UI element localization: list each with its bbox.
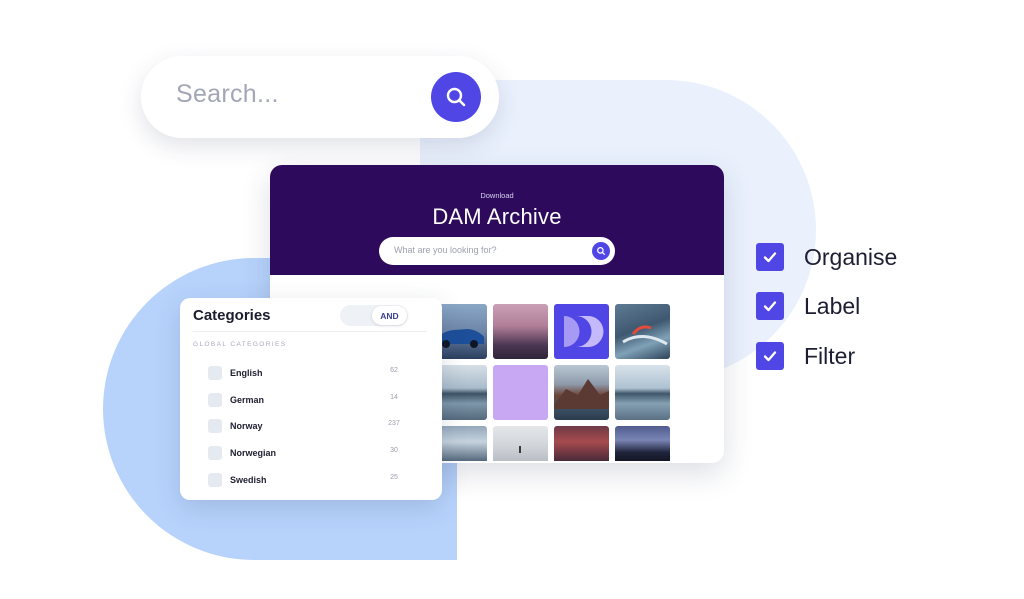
checkmark-icon bbox=[763, 351, 777, 362]
checkmark-icon bbox=[763, 252, 777, 263]
feature-label-item: Label bbox=[756, 292, 956, 320]
category-row-norwegian[interactable]: Norwegian 30 bbox=[208, 446, 408, 460]
section-label: GLOBAL CATEGORIES bbox=[193, 341, 287, 348]
checkbox-checked bbox=[756, 342, 784, 370]
feature-label: Organise bbox=[804, 244, 898, 270]
dam-search-placeholder: What are you looking for? bbox=[394, 245, 497, 255]
dam-title: DAM Archive bbox=[432, 204, 562, 229]
dam-search-button[interactable] bbox=[592, 242, 610, 260]
search-placeholder: Search... bbox=[176, 80, 279, 108]
category-row-swedish[interactable]: Swedish 25 bbox=[208, 473, 408, 487]
category-checkbox[interactable] bbox=[208, 473, 222, 487]
category-count: 237 bbox=[388, 420, 400, 427]
thumbnail-harbor-night-photo[interactable] bbox=[615, 426, 670, 461]
category-label: Norway bbox=[230, 421, 263, 431]
search-icon bbox=[446, 87, 466, 107]
toggle-and-option[interactable]: AND bbox=[372, 306, 407, 325]
feature-organise: Organise bbox=[756, 243, 956, 271]
category-row-german[interactable]: German 14 bbox=[208, 393, 408, 407]
feature-filter: Filter bbox=[756, 342, 956, 370]
category-count: 62 bbox=[390, 367, 398, 374]
category-checkbox[interactable] bbox=[208, 366, 222, 380]
category-checkbox[interactable] bbox=[208, 446, 222, 460]
categories-title: Categories bbox=[193, 307, 271, 324]
category-label: English bbox=[230, 368, 263, 378]
and-or-toggle[interactable]: AND bbox=[340, 305, 408, 326]
dam-header: Download DAM Archive What are you lookin… bbox=[270, 165, 724, 275]
category-count: 25 bbox=[390, 474, 398, 481]
category-count: 14 bbox=[390, 394, 398, 401]
thumbnail-pink-sunset-photo[interactable] bbox=[493, 304, 548, 359]
divider bbox=[193, 331, 427, 332]
search-button[interactable] bbox=[431, 72, 481, 122]
search-icon bbox=[597, 247, 605, 255]
thumbnail-red-water-photo[interactable] bbox=[554, 426, 609, 461]
checkmark-icon bbox=[763, 301, 777, 312]
checkbox-checked bbox=[756, 243, 784, 271]
category-checkbox[interactable] bbox=[208, 393, 222, 407]
thumbnail-surfer-photo[interactable] bbox=[615, 304, 670, 359]
thumbnail-misty-lake-photo-2[interactable] bbox=[615, 365, 670, 420]
dam-search-input[interactable]: What are you looking for? bbox=[379, 237, 615, 265]
thumbnail-lavender-tile[interactable] bbox=[493, 365, 548, 420]
categories-panel: Categories AND GLOBAL CATEGORIES English… bbox=[180, 298, 442, 500]
thumbnail-purple-logo-tile[interactable] bbox=[554, 304, 609, 359]
checkbox-checked bbox=[756, 292, 784, 320]
category-checkbox[interactable] bbox=[208, 419, 222, 433]
category-label: Norwegian bbox=[230, 448, 277, 458]
category-row-english[interactable]: English 62 bbox=[208, 366, 408, 380]
dam-kicker: Download bbox=[480, 191, 514, 200]
thumbnail-rocky-coast-photo[interactable] bbox=[554, 365, 609, 420]
category-row-norway[interactable]: Norway 237 bbox=[208, 419, 408, 433]
search-bar[interactable]: Search... bbox=[141, 56, 499, 138]
feature-label: Label bbox=[804, 293, 861, 319]
category-count: 30 bbox=[390, 447, 398, 454]
category-label: German bbox=[230, 395, 265, 405]
thumbnail-beach-walker-photo[interactable] bbox=[493, 426, 548, 461]
feature-label: Filter bbox=[804, 343, 856, 369]
category-label: Swedish bbox=[230, 475, 267, 485]
